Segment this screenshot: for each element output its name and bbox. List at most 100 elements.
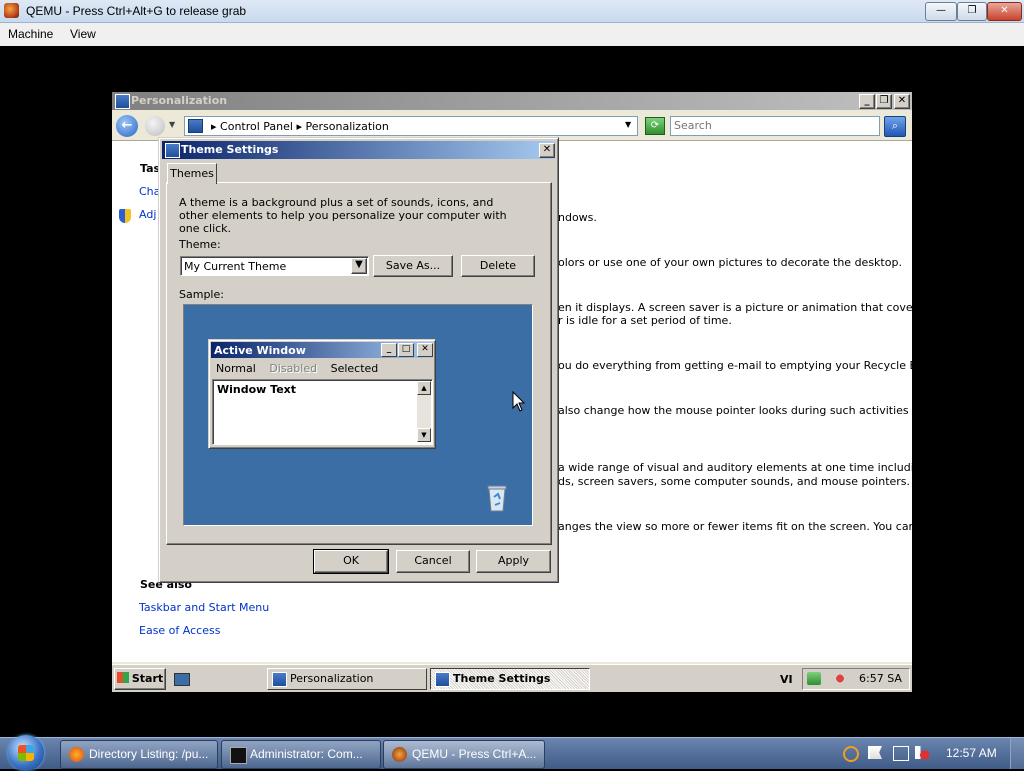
language-indicator[interactable]: VI	[780, 673, 793, 686]
dialog-close-button[interactable]: ✕	[539, 143, 555, 158]
taskbar-item-personalization[interactable]: Personalization	[267, 668, 427, 690]
theme-settings-title: Theme Settings	[181, 143, 279, 156]
description-text: also change how the mouse pointer looks …	[558, 404, 912, 417]
close-button[interactable]: ✕	[894, 94, 910, 109]
recent-pages-chevron-icon[interactable]: ▼	[169, 120, 175, 129]
start-label: Start	[131, 672, 164, 685]
system-tray: 6:57 SA	[802, 668, 910, 690]
sample-active-window: Active Window _ □ ✕ Normal Disabled Sele…	[208, 339, 436, 449]
sample-menu-normal: Normal	[216, 362, 256, 375]
search-input[interactable]	[671, 117, 877, 133]
address-bar[interactable]: ▸ Control Panel ▸ Personalization ▼	[184, 116, 638, 136]
description-text: ndows.	[558, 211, 597, 224]
sample-minimize-icon: _	[381, 343, 397, 357]
sample-close-icon: ✕	[417, 343, 433, 357]
show-desktop-button[interactable]	[1010, 738, 1024, 769]
search-box[interactable]	[670, 116, 880, 136]
theme-select[interactable]: My Current Theme ▼	[180, 256, 369, 276]
theme-label: Theme:	[179, 238, 221, 251]
refresh-button[interactable]: ⟳	[645, 117, 665, 135]
forward-button[interactable]	[145, 116, 165, 136]
see-also-taskbar-link[interactable]: Taskbar and Start Menu	[139, 601, 269, 614]
host-window-title: QEMU - Press Ctrl+Alt+G to release grab	[26, 4, 247, 18]
sample-window-text: Window Text	[217, 383, 297, 396]
windows-logo-icon	[18, 745, 34, 761]
chevron-down-icon[interactable]: ▼	[351, 258, 367, 274]
sample-menu-selected: Selected	[330, 362, 379, 375]
host-maximize-button[interactable]: ❐	[957, 2, 987, 21]
scroll-up-icon: ▲	[417, 381, 431, 395]
description-text: olors or use one of your own pictures to…	[558, 256, 902, 269]
control-panel-icon	[188, 119, 203, 133]
tray-search-icon[interactable]	[843, 746, 859, 762]
save-as-button[interactable]: Save As...	[373, 255, 453, 277]
host-task-label: Directory Listing: /pu...	[89, 747, 209, 761]
action-center-flag-icon[interactable]	[868, 746, 882, 759]
personalization-title: Personalization	[131, 94, 228, 107]
menu-machine[interactable]: Machine	[8, 27, 53, 41]
menu-view[interactable]: View	[70, 27, 96, 41]
sample-menu-disabled: Disabled	[269, 362, 318, 375]
search-button[interactable]: ⌕	[884, 116, 906, 137]
theme-settings-dialog: Theme Settings ✕ Themes A theme is a bac…	[158, 137, 559, 583]
host-clock[interactable]: 12:57 AM	[946, 746, 997, 760]
minimize-button[interactable]: _	[859, 94, 875, 109]
task-link-adjust[interactable]: Adj	[139, 208, 156, 221]
address-path: ▸ Control Panel ▸ Personalization	[211, 120, 389, 133]
start-button[interactable]: Start	[114, 668, 166, 690]
volume-muted-icon[interactable]	[833, 672, 847, 685]
taskbar-item-theme-settings[interactable]: Theme Settings	[430, 668, 590, 690]
windows-start-orb[interactable]	[8, 735, 44, 771]
theme-settings-titlebar: Theme Settings ✕	[162, 141, 555, 159]
scroll-down-icon: ▼	[417, 428, 431, 442]
command-prompt-icon	[230, 747, 247, 764]
host-titlebar: QEMU - Press Ctrl+Alt+G to release grab …	[0, 0, 1024, 23]
taskbar-item-label: Personalization	[290, 672, 374, 685]
shield-icon	[119, 209, 131, 223]
restore-button[interactable]: ❐	[876, 94, 892, 109]
description-text: en it displays. A screen saver is a pict…	[558, 301, 912, 314]
control-panel-icon	[272, 672, 287, 687]
delete-button[interactable]: Delete	[461, 255, 535, 277]
cancel-button[interactable]: Cancel	[396, 550, 470, 573]
apply-button[interactable]: Apply	[476, 550, 551, 573]
host-close-button[interactable]: ✕	[987, 2, 1022, 21]
network-icon[interactable]	[893, 746, 909, 761]
host-minimize-button[interactable]: —	[925, 2, 957, 21]
back-button[interactable]: ←	[116, 115, 138, 137]
sample-menu: Normal Disabled Selected	[216, 362, 388, 375]
sample-window-titlebar: Active Window _ □ ✕	[211, 342, 433, 358]
guest-clock[interactable]: 6:57 SA	[859, 672, 902, 685]
firefox-icon	[69, 747, 84, 762]
description-text: anges the view so more or fewer items fi…	[558, 520, 912, 533]
show-desktop-icon[interactable]	[174, 673, 190, 686]
host-task-directory-listing[interactable]: Directory Listing: /pu...	[60, 740, 218, 769]
theme-settings-icon	[435, 672, 450, 687]
sample-window-text-area: Window Text ▲ ▼	[212, 379, 433, 445]
volume-muted-icon[interactable]	[915, 746, 929, 759]
description-text: a wide range of visual and auditory elem…	[558, 461, 912, 474]
ok-button[interactable]: OK	[313, 549, 389, 574]
sample-window-title: Active Window	[214, 344, 306, 357]
breadcrumb-personalization[interactable]: Personalization	[305, 120, 388, 133]
host-task-label: QEMU - Press Ctrl+A...	[412, 747, 537, 761]
description-text: ds, screen savers, some computer sounds,…	[558, 475, 911, 488]
address-dropdown-icon[interactable]: ▼	[625, 120, 631, 129]
sample-label: Sample:	[179, 288, 224, 301]
breadcrumb-control-panel[interactable]: Control Panel	[220, 120, 293, 133]
sample-scrollbar: ▲ ▼	[417, 381, 431, 442]
taskbar-item-label: Theme Settings	[453, 672, 551, 685]
mouse-cursor-icon	[512, 391, 526, 412]
qemu-app-icon	[4, 3, 19, 18]
tab-themes[interactable]: Themes	[167, 163, 217, 184]
host-menubar: Machine View	[0, 23, 1024, 46]
description-text: ou do everything from getting e-mail to …	[558, 359, 912, 372]
see-also-ease-of-access-link[interactable]: Ease of Access	[139, 624, 220, 637]
theme-select-value: My Current Theme	[184, 260, 287, 273]
theme-description: A theme is a background plus a set of so…	[179, 196, 507, 235]
host-task-command-prompt[interactable]: Administrator: Com...	[221, 740, 381, 769]
theme-sample-preview: Active Window _ □ ✕ Normal Disabled Sele…	[183, 304, 533, 526]
qemu-app-icon	[392, 747, 407, 762]
network-icon[interactable]	[807, 672, 821, 685]
host-task-qemu[interactable]: QEMU - Press Ctrl+A...	[383, 740, 545, 769]
